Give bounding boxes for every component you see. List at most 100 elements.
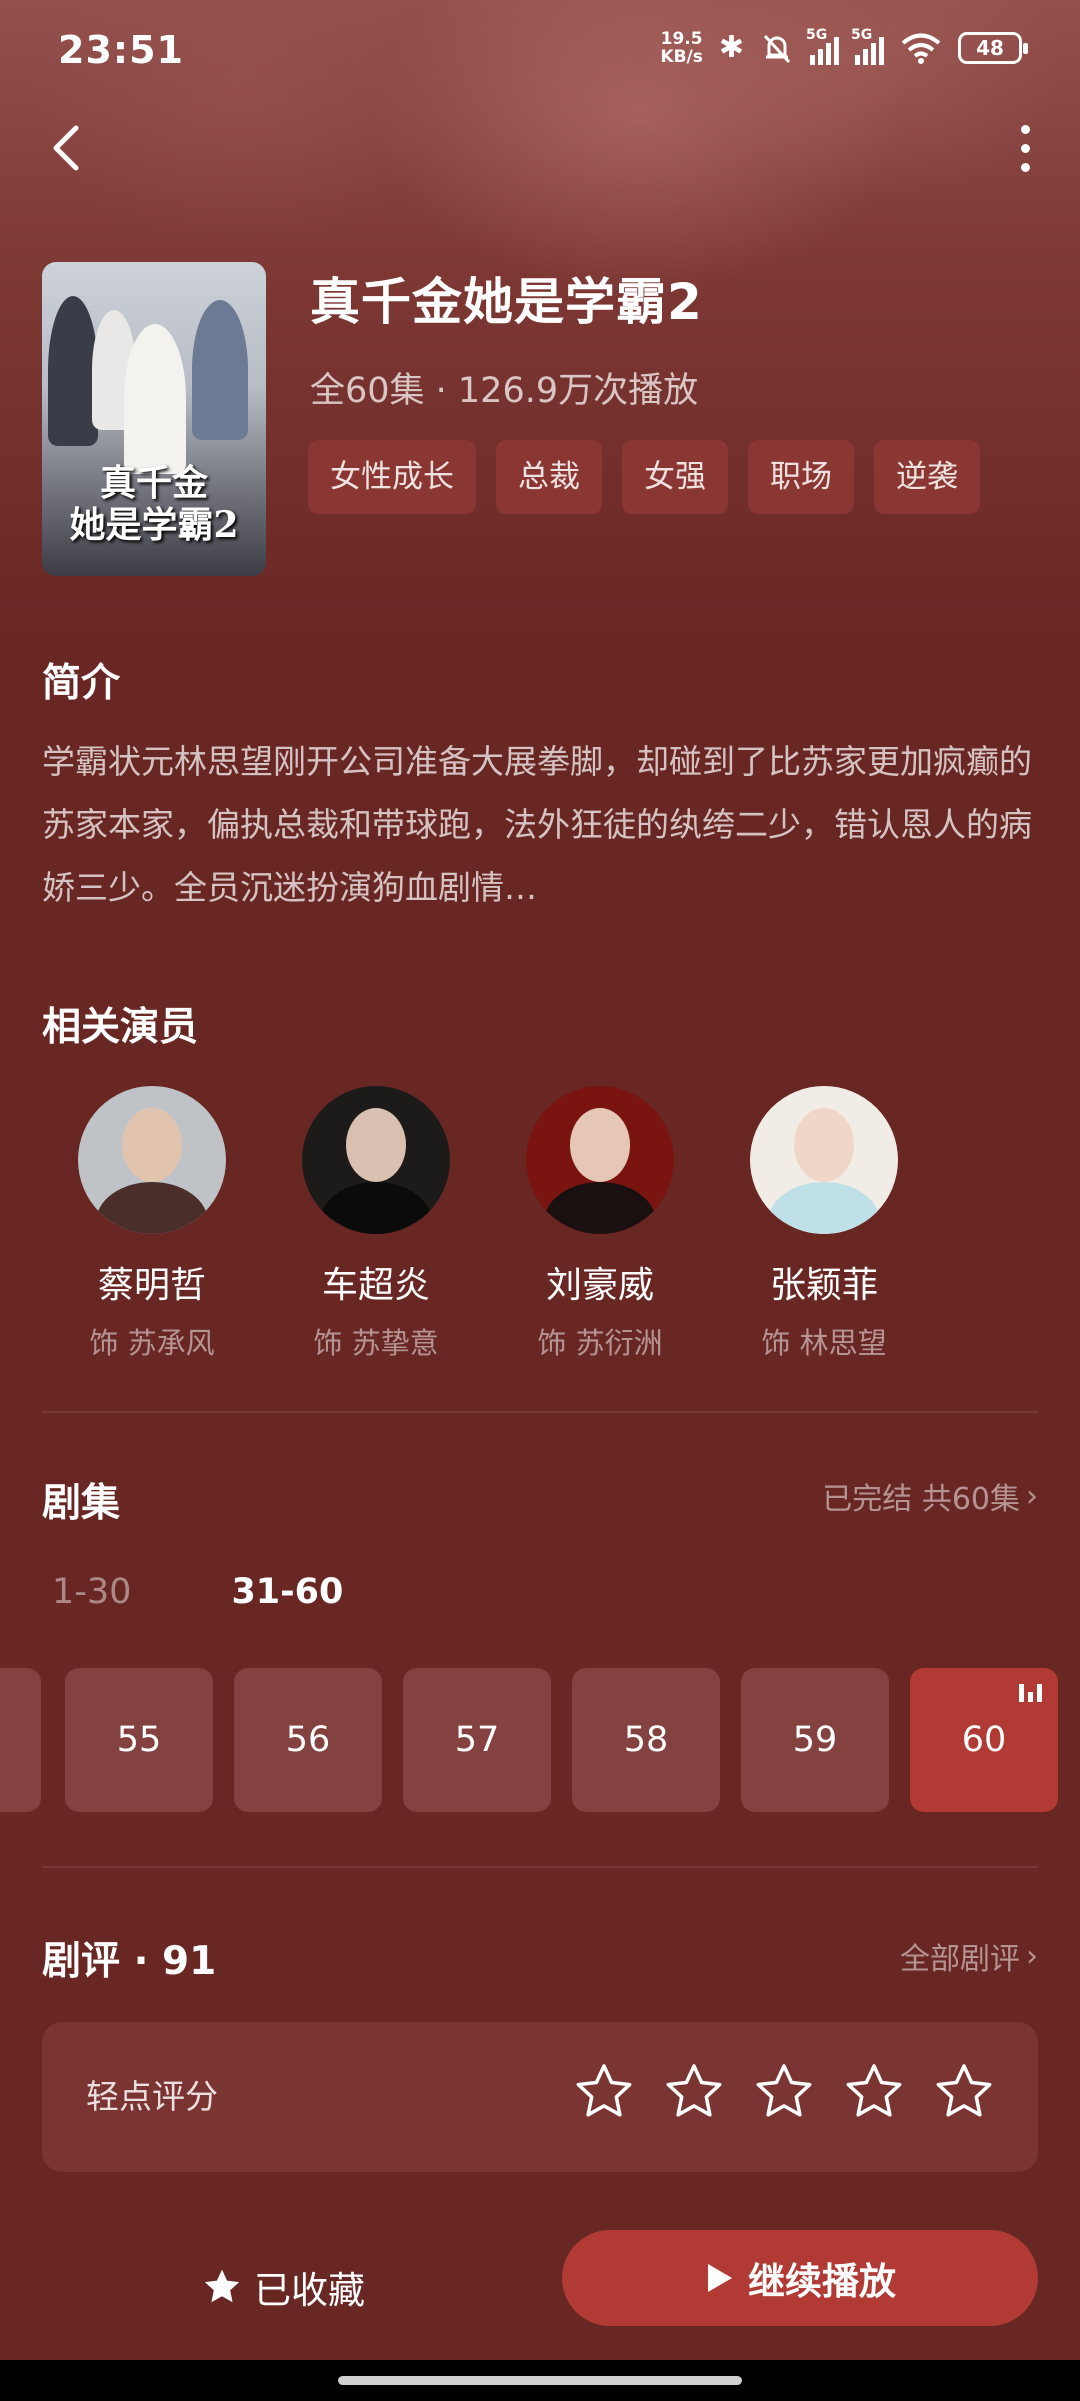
episodes-status-text: 已完结 共60集 [822,1482,1020,1517]
rating-label: 轻点评分 [86,2077,218,2116]
home-indicator[interactable] [338,2376,742,2385]
actor-card[interactable]: 张颖菲 饰 林思望 [712,1086,936,1362]
network-label-1: 5G [806,27,828,43]
battery-icon: 48 [958,32,1028,64]
episode-button[interactable]: 57 [403,1668,551,1812]
divider [42,1866,1038,1868]
poster-figure [124,324,186,474]
all-reviews-link[interactable]: 全部剧评 › [900,1934,1038,1978]
avatar-head [122,1108,182,1182]
actor-card[interactable]: 蔡明哲 饰 苏承风 [40,1086,264,1362]
star-icon[interactable] [754,2062,814,2122]
intro-heading: 简介 [42,661,121,706]
star-icon[interactable] [844,2062,904,2122]
actor-role: 饰 苏衍洲 [537,1326,663,1360]
more-dot [1020,162,1030,172]
network-speed-unit: KB/s [660,47,703,67]
chevron-left-icon [53,125,79,171]
episodes-heading: 剧集 [42,1481,121,1526]
avatar [526,1086,674,1234]
poster-title: 真千金 她是学霸2 [42,462,266,546]
chevron-right-icon: › [1026,1478,1038,1514]
episode-button[interactable]: 58 [572,1668,720,1812]
bottom-action-bar: 已收藏 继续播放 [0,2208,1080,2358]
now-playing-icon [1019,1682,1042,1702]
episode-button[interactable]: 59 [741,1668,889,1812]
star-rating [574,2062,994,2122]
avatar-head [794,1108,854,1182]
intro-text[interactable]: 学霸状元林思望刚开公司准备大展拳脚，却碰到了比苏家更加疯癫的苏家本家，偏执总裁和… [42,730,1042,919]
network-label-2: 5G [851,27,873,43]
poster-figure [192,300,248,440]
all-reviews-label: 全部剧评 [900,1942,1020,1977]
star-icon[interactable] [934,2062,994,2122]
avatar-head [570,1108,630,1182]
chevron-right-icon: › [1026,1938,1038,1974]
episode-range-tabs: 1-30 31-60 [52,1572,343,1612]
actor-name: 张颖菲 [769,1265,878,1306]
network-speed: 19.5 KB/s [660,30,702,66]
tag[interactable]: 逆袭 [874,440,980,514]
more-dot [1020,143,1030,153]
cell-signal-icon: 5G [806,27,839,65]
status-time: 23:51 [58,28,184,72]
status-bar: 23:51 19.5 KB/s ✱ 5G 5G 48 [0,0,1080,104]
star-icon[interactable] [664,2062,724,2122]
episode-button[interactable]: 56 [234,1668,382,1812]
episodes-status-link[interactable]: 已完结 共60集 › [822,1474,1038,1518]
tag[interactable]: 总裁 [496,440,602,514]
avatar-body [96,1182,208,1234]
network-speed-value: 19.5 [660,29,703,49]
wifi-icon [901,33,941,64]
status-icons: 19.5 KB/s ✱ 5G 5G 48 [660,27,1028,66]
favorite-label: 已收藏 [254,2269,365,2312]
avatar-head [346,1108,406,1182]
episode-button[interactable]: 54 [0,1668,41,1812]
continue-play-label: 继续播放 [748,2260,896,2303]
drama-poster: 真千金 她是学霸2 [42,262,266,576]
avatar-body [544,1182,656,1234]
back-button[interactable] [40,118,100,178]
bluetooth-icon: ✱ [718,30,744,65]
drama-meta: 全60集 · 126.9万次播放 [310,371,699,411]
actor-name: 车超炎 [321,1265,430,1306]
actor-role: 饰 苏挚意 [313,1326,439,1360]
actor-list: 蔡明哲 饰 苏承风 车超炎 饰 苏挚意 刘豪威 饰 苏衍洲 张颖菲 饰 林思望 [40,1086,936,1362]
actor-role: 饰 林思望 [761,1326,887,1360]
episode-button-current[interactable]: 60 [910,1668,1058,1812]
divider [42,1411,1038,1413]
tag[interactable]: 职场 [748,440,854,514]
reviews-heading: 剧评 · 91 [42,1939,217,1984]
avatar [302,1086,450,1234]
play-icon [708,2264,732,2292]
actors-heading: 相关演员 [42,1005,199,1050]
avatar [750,1086,898,1234]
cell-signal-icon-2: 5G [851,27,884,65]
avatar-body [320,1182,432,1234]
avatar [78,1086,226,1234]
actor-card[interactable]: 车超炎 饰 苏挚意 [264,1086,488,1362]
episode-grid: 54 55 56 57 58 59 60 [0,1668,1080,1814]
star-icon[interactable] [574,2062,634,2122]
actor-name: 蔡明哲 [97,1265,206,1306]
tag-list: 女性成长 总裁 女强 职场 逆袭 [308,440,980,514]
tag[interactable]: 女强 [622,440,728,514]
actor-name: 刘豪威 [545,1265,654,1306]
more-options-button[interactable] [1000,118,1050,178]
poster-title-line: 真千金 [99,462,208,504]
actor-role: 饰 苏承风 [89,1326,215,1360]
episode-button[interactable]: 55 [65,1668,213,1812]
tag[interactable]: 女性成长 [308,440,476,514]
continue-play-button[interactable]: 继续播放 [562,2230,1038,2326]
favorite-button[interactable]: 已收藏 [202,2260,365,2314]
poster-title-line: 她是学霸2 [69,504,239,546]
tab-range-1-30[interactable]: 1-30 [52,1572,131,1612]
avatar-body [768,1182,880,1234]
tab-range-31-60[interactable]: 31-60 [231,1572,343,1612]
star-filled-icon [204,2269,240,2303]
actor-card[interactable]: 刘豪威 饰 苏衍洲 [488,1086,712,1362]
mute-bell-icon [763,34,791,64]
poster-figure [48,296,98,446]
drama-title: 真千金她是学霸2 [310,273,703,331]
more-dot [1020,124,1030,134]
